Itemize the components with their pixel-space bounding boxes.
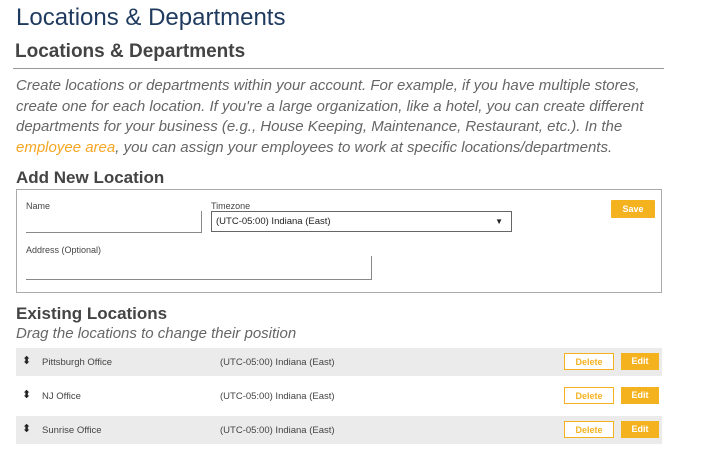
delete-button[interactable]: Delete	[564, 353, 614, 370]
drag-handle-icon[interactable]: ⬍	[22, 354, 31, 367]
save-button[interactable]: Save	[611, 200, 655, 218]
location-row[interactable]: ⬍ Sunrise Office (UTC-05:00) Indiana (Ea…	[16, 416, 662, 444]
add-location-form: Name Timezone (UTC-05:00) Indiana (East)…	[16, 189, 662, 293]
intro-text-part-1: Create locations or departments within y…	[16, 77, 644, 135]
edit-button[interactable]: Edit	[621, 421, 659, 438]
location-name: NJ Office	[42, 391, 81, 402]
dropdown-arrow-icon: ▼	[495, 217, 503, 226]
address-label: Address (Optional)	[26, 245, 102, 255]
drag-handle-icon[interactable]: ⬍	[22, 422, 31, 435]
location-name: Sunrise Office	[42, 425, 102, 436]
add-location-title: Add New Location	[16, 168, 165, 187]
employee-area-link[interactable]: employee area	[16, 139, 115, 156]
location-name: Pittsburgh Office	[42, 357, 113, 368]
existing-locations-subtitle: Drag the locations to change their posit…	[16, 325, 297, 342]
timezone-selected-value: (UTC-05:00) Indiana (East)	[216, 216, 331, 227]
timezone-select[interactable]: (UTC-05:00) Indiana (East) ▼	[211, 211, 512, 232]
intro-text: Create locations or departments within y…	[16, 76, 666, 158]
address-input[interactable]	[26, 256, 372, 280]
edit-button[interactable]: Edit	[621, 353, 659, 370]
delete-button[interactable]: Delete	[564, 421, 614, 438]
location-row[interactable]: ⬍ Pittsburgh Office (UTC-05:00) Indiana …	[16, 348, 662, 376]
edit-button[interactable]: Edit	[621, 387, 659, 404]
section-title: Locations & Departments	[15, 41, 246, 62]
location-timezone: (UTC-05:00) Indiana (East)	[220, 357, 335, 368]
delete-button[interactable]: Delete	[564, 387, 614, 404]
intro-text-part-2: , you can assign your employees to work …	[115, 138, 613, 156]
name-label: Name	[26, 201, 51, 211]
drag-handle-icon[interactable]: ⬍	[22, 388, 31, 401]
timezone-label: Timezone	[211, 201, 251, 211]
existing-locations-title: Existing Locations	[16, 304, 168, 323]
location-timezone: (UTC-05:00) Indiana (East)	[220, 391, 335, 402]
name-input[interactable]	[26, 211, 202, 233]
section-divider	[13, 68, 664, 69]
location-timezone: (UTC-05:00) Indiana (East)	[220, 425, 335, 436]
location-row[interactable]: ⬍ NJ Office (UTC-05:00) Indiana (East) D…	[16, 382, 662, 410]
page-title: Locations & Departments	[16, 4, 286, 31]
